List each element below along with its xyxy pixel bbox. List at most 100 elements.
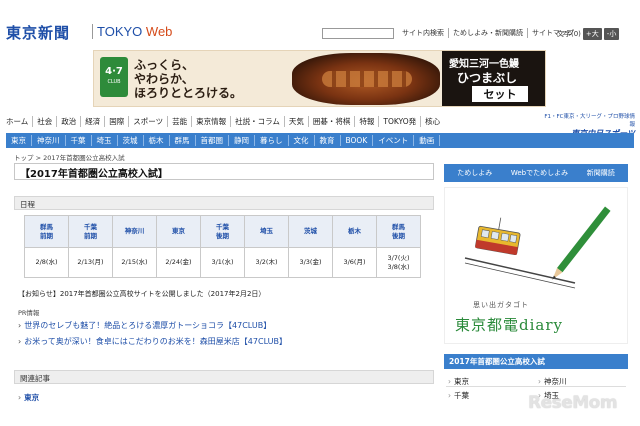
banner-product-line3: セット <box>472 86 528 102</box>
font-size-control: 文字(0) +大 -小 <box>557 28 620 40</box>
header-links: サイト内検索 ためしよみ・新聞購読 サイトマップ <box>398 28 578 38</box>
schedule-date-cell: 3/7(火) 3/8(水) <box>376 247 421 278</box>
region-nav-item[interactable]: 埼玉 <box>92 135 118 146</box>
pr-link[interactable]: 世界のセレブも魅了！絶品とろける濃厚ガトーショコラ【47CLUB】 <box>18 320 271 331</box>
region-nav-item[interactable]: 首都圏 <box>196 135 229 146</box>
nav-item[interactable]: スポーツ <box>128 116 167 127</box>
nav-item[interactable]: ホーム <box>6 116 32 127</box>
site-header: 東京新聞 TOKYO Web サイト内検索 ためしよみ・新聞購読 サイトマップ … <box>0 0 640 48</box>
page-title: 【2017年首都圏公立高校入試】 <box>14 163 434 180</box>
nav-item[interactable]: 社説・コラム <box>230 116 284 127</box>
toden-diary-banner[interactable]: 思い出ガタゴト 東京都電diary <box>444 187 628 344</box>
schedule-heading: 日程 <box>14 196 434 210</box>
region-nav-item[interactable]: 動画 <box>414 135 441 146</box>
nav-item[interactable]: 社会 <box>32 116 56 127</box>
region-nav-item[interactable]: 茨城 <box>118 135 144 146</box>
schedule-header-cell: 茨城 <box>288 215 333 248</box>
schedule-header-cell: 神奈川 <box>112 215 157 248</box>
exam-phase: 後期 <box>216 231 229 240</box>
schedule-date-cell: 3/2(木) <box>244 247 289 278</box>
trial-read-button[interactable]: ためしよみ <box>454 167 495 179</box>
site-search-link[interactable]: サイト内検索 <box>398 28 448 38</box>
region-nav-item[interactable]: 暮らし <box>255 135 289 146</box>
site-logo-en[interactable]: TOKYO Web <box>97 24 172 39</box>
schedule-date-cell: 2/8(水) <box>24 247 69 278</box>
schedule-header-cell: 千葉 後期 <box>200 215 245 248</box>
schedule-header-cell: 群馬 後期 <box>376 215 421 248</box>
exam-phase: 前期 <box>84 231 97 240</box>
sidebar-section-heading: 2017年首都圏公立高校入試 <box>444 354 628 369</box>
region-nav-item[interactable]: 群馬 <box>170 135 196 146</box>
breadcrumb[interactable]: トップ > 2017年首都圏公立高校入試 <box>14 152 125 162</box>
region-nav-item[interactable]: 千葉 <box>66 135 92 146</box>
exam-date: 3/8(水) <box>387 262 410 271</box>
schedule-header-cell: 栃木 <box>332 215 377 248</box>
chunichi-tagline: F1・FC東京・大リーグ・プロ野球情報 <box>544 114 635 128</box>
region-nav-item[interactable]: 静岡 <box>229 135 255 146</box>
schedule-header-cell: 埼玉 <box>244 215 289 248</box>
font-size-label: 文字(0) <box>557 30 581 38</box>
prefecture-name: 茨城 <box>304 227 317 235</box>
prefecture-name: 群馬 <box>40 222 53 231</box>
schedule-header-cell: 群馬 前期 <box>24 215 69 248</box>
resemom-watermark: ReseMom <box>528 393 618 413</box>
region-nav-item[interactable]: 文化 <box>289 135 315 146</box>
nav-item[interactable]: 特報 <box>354 116 378 127</box>
exam-date: 3/7(火) <box>387 253 410 262</box>
region-nav-item[interactable]: イベント <box>373 135 415 146</box>
sidebar-divider <box>446 386 626 387</box>
regional-nav: 東京 神奈川 千葉 埼玉 茨城 栃木 群馬 首都圏 静岡 暮らし 文化 教育 B… <box>6 133 634 148</box>
prefecture-name: 群馬 <box>392 222 405 231</box>
schedule-header-cell: 千葉 前期 <box>68 215 113 248</box>
subscribe-button[interactable]: 新聞購読 <box>584 167 618 179</box>
ad-banner[interactable]: 4·7 CLUB ふっくら、 やわらか、 ほろりととろける。 愛知三河一色鰻 ひ… <box>93 50 546 107</box>
nav-item[interactable]: TOKYO発 <box>378 116 420 127</box>
region-nav-item[interactable]: 栃木 <box>144 135 170 146</box>
region-nav-item[interactable]: 教育 <box>315 135 341 146</box>
logo-divider <box>92 24 93 39</box>
related-link[interactable]: 東京 <box>18 392 39 403</box>
schedule-date-cell: 3/1(水) <box>200 247 245 278</box>
font-size-plus-button[interactable]: +大 <box>582 28 602 40</box>
prefecture-name: 栃木 <box>348 227 361 235</box>
schedule-date-cell: 2/15(水) <box>112 247 157 278</box>
nav-item[interactable]: 国際 <box>104 116 128 127</box>
web-trial-read-button[interactable]: Webでためしよみ <box>508 167 571 179</box>
site-logo[interactable]: 東京新聞 <box>6 22 70 43</box>
prefecture-name: 千葉 <box>216 222 229 231</box>
region-nav-item[interactable]: BOOK <box>341 135 374 146</box>
nav-item[interactable]: 天気 <box>283 116 308 127</box>
prefecture-name: 東京 <box>172 227 185 235</box>
subscribe-link[interactable]: ためしよみ・新聞購読 <box>448 28 527 38</box>
nav-item[interactable]: 政治 <box>56 116 80 127</box>
pr-link[interactable]: お米って奥が深い！食卓にはこだわりのお米を！森田屋米店【47CLUB】 <box>18 336 287 347</box>
schedule-date-cell: 2/24(金) <box>156 247 201 278</box>
search-input[interactable] <box>322 28 394 39</box>
prefecture-name: 神奈川 <box>124 227 145 235</box>
prefecture-name: 埼玉 <box>260 227 273 235</box>
banner-copy: ふっくら、 やわらか、 ほろりととろける。 <box>134 58 242 100</box>
club-logo: 4·7 CLUB <box>100 57 128 97</box>
font-size-minus-button[interactable]: -小 <box>603 28 620 40</box>
nav-item[interactable]: 囲碁・将棋 <box>307 116 355 127</box>
nav-item[interactable]: 経済 <box>80 116 104 127</box>
sidebar-subscribe-bar: ためしよみ Webでためしよみ 新聞購読 <box>444 164 628 182</box>
sidebar-link-chiba[interactable]: 千葉 <box>448 390 469 401</box>
nav-item[interactable]: 核心 <box>420 116 444 127</box>
banner-copy-line3: ほろりととろける。 <box>134 86 243 100</box>
related-heading: 関連記事 <box>14 370 434 384</box>
club-logo-sub: CLUB <box>107 79 121 85</box>
nav-item[interactable]: 芸能 <box>167 116 191 127</box>
nav-item[interactable]: 東京情報 <box>191 116 230 127</box>
banner-product-line2: ひつまぶし <box>457 71 518 85</box>
schedule-date-cell: 2/13(月) <box>68 247 113 278</box>
exam-phase: 前期 <box>40 231 53 240</box>
exam-schedule-table: 群馬 前期 千葉 前期 神奈川 東京 千葉 後期 埼玉 茨城 栃木 群馬 後期 2/8(… <box>24 215 421 278</box>
site-notice: 【お知らせ】2017年首都圏公立高校サイトを公開しました（2017年2月2日） <box>18 290 266 298</box>
schedule-header-row: 群馬 前期 千葉 前期 神奈川 東京 千葉 後期 埼玉 茨城 栃木 群馬 後期 <box>24 215 421 248</box>
banner-product-line1: 愛知三河一色鰻 <box>449 59 519 70</box>
region-nav-item[interactable]: 東京 <box>6 135 32 146</box>
schedule-header-cell: 東京 <box>156 215 201 248</box>
eel-dish-image <box>292 53 440 105</box>
region-nav-item[interactable]: 神奈川 <box>32 135 66 146</box>
